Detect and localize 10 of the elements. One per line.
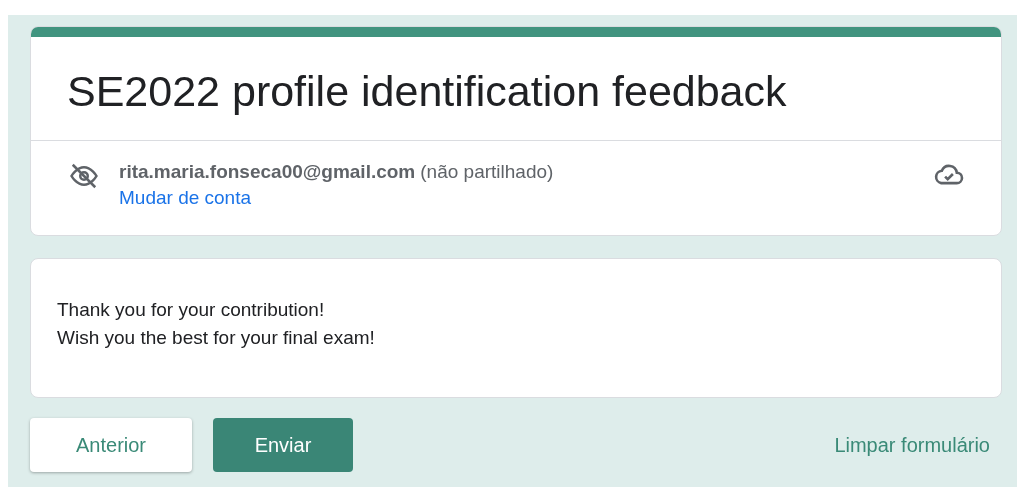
account-email: rita.maria.fonseca00@gmail.com xyxy=(119,161,416,183)
message-text: Wish you the best for your final exam! xyxy=(57,327,376,349)
eye-off-icon xyxy=(67,161,101,191)
back-button[interactable]: Anterior xyxy=(30,418,192,472)
form-title: SE2022 profile identification feedback xyxy=(31,37,1001,141)
clear-form-button[interactable]: Limpar formulário xyxy=(834,433,1002,457)
submit-button[interactable]: Enviar xyxy=(213,418,353,472)
switch-account-link[interactable]: Mudar de conta xyxy=(119,187,252,209)
sharing-note: (não partilhado) xyxy=(420,161,554,183)
message-text: Thank you for your contribution! xyxy=(57,299,326,321)
